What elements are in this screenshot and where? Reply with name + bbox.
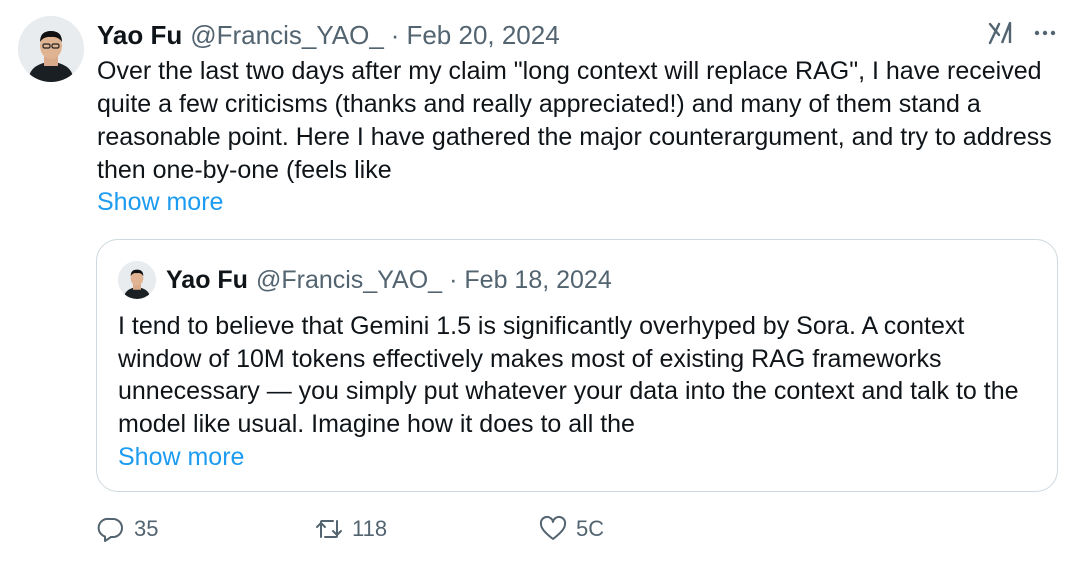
quoted-avatar[interactable] (118, 261, 156, 299)
quoted-author-name[interactable]: Yao Fu (166, 266, 248, 295)
separator-dot: · (390, 19, 400, 50)
more-icon[interactable] (1030, 18, 1060, 48)
quoted-tweet-date[interactable]: Feb 18, 2024 (464, 266, 611, 295)
quoted-tweet[interactable]: Yao Fu @Francis_YAO_ · Feb 18, 2024 I te… (96, 239, 1058, 492)
grok-icon[interactable] (986, 18, 1016, 48)
repost-count: 118 (352, 516, 388, 541)
author-name[interactable]: Yao Fu (97, 20, 182, 51)
repost-icon (314, 514, 352, 544)
tweet-text: Over the last two days after my claim "l… (97, 57, 1052, 184)
quoted-tweet-header: Yao Fu @Francis_YAO_ · Feb 18, 2024 (118, 261, 612, 299)
tweet-header: Yao Fu @Francis_YAO_ · Feb 20, 2024 (97, 18, 560, 52)
reply-icon (96, 514, 134, 544)
reply-button[interactable]: 35 (96, 514, 158, 544)
reply-count: 35 (134, 516, 159, 541)
like-button[interactable]: 5C (538, 514, 604, 544)
author-handle[interactable]: @Francis_YAO_ (190, 20, 384, 51)
heart-icon (538, 514, 576, 544)
tweet-top-actions (986, 18, 1060, 48)
crop-fade (600, 505, 1080, 562)
quoted-author-handle[interactable]: @Francis_YAO_ (256, 266, 442, 295)
show-more-link[interactable]: Show more (97, 186, 223, 219)
quoted-tweet-text: I tend to believe that Gemini 1.5 is sig… (118, 312, 1019, 438)
quoted-show-more-link[interactable]: Show more (118, 441, 244, 474)
tweet: Yao Fu @Francis_YAO_ · Feb 20, 2024 Over… (0, 0, 1080, 562)
tweet-date[interactable]: Feb 20, 2024 (406, 20, 559, 51)
quoted-separator-dot: · (449, 265, 458, 294)
avatar[interactable] (18, 16, 84, 82)
repost-button[interactable]: 118 (314, 514, 387, 544)
